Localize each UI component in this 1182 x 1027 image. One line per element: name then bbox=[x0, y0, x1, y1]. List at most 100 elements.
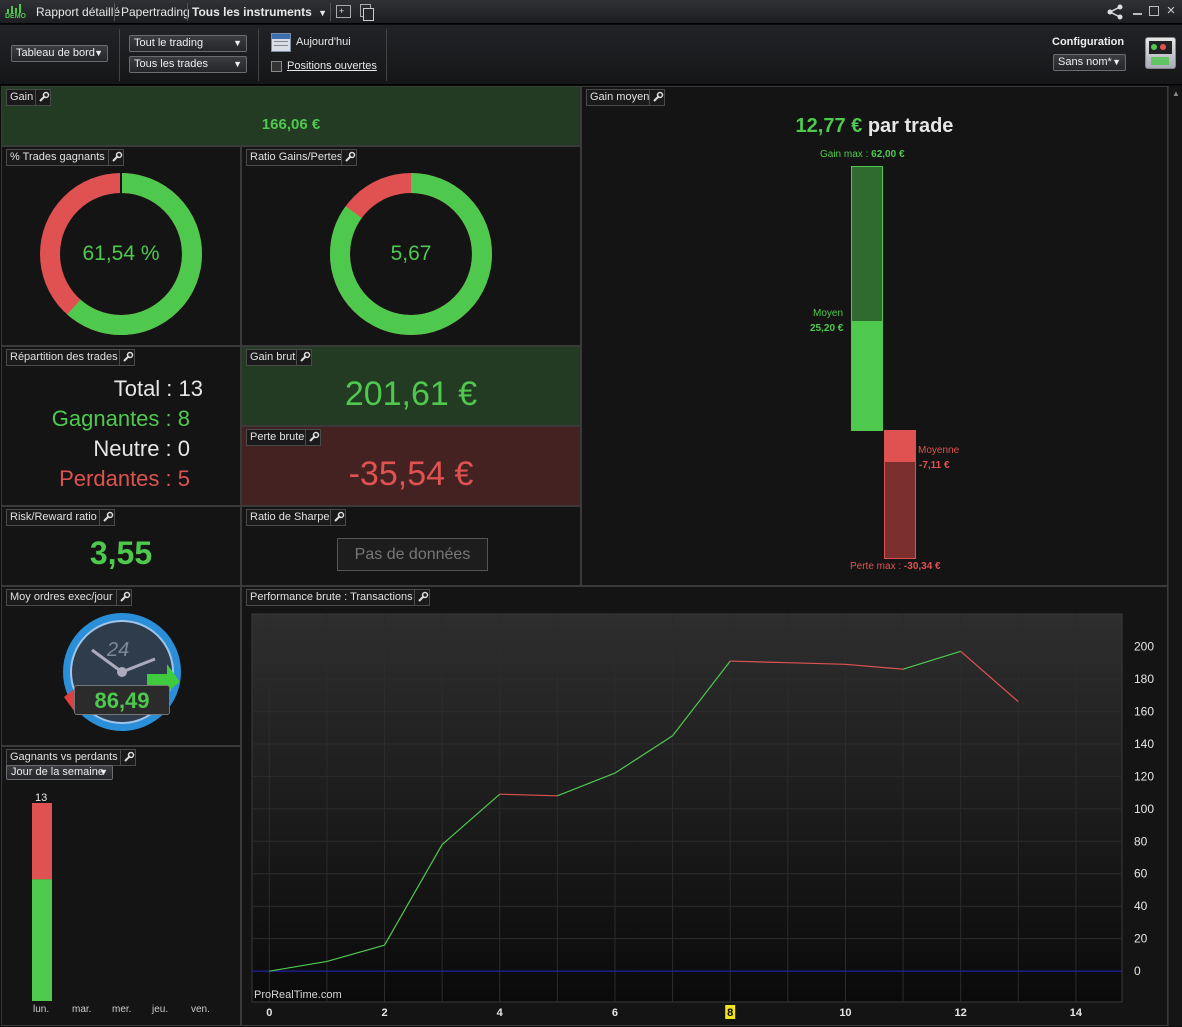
date-label[interactable]: Aujourd'hui bbox=[296, 36, 351, 48]
y-tick-label: 100 bbox=[1134, 802, 1154, 816]
panel-title: Ratio de Sharpe bbox=[246, 509, 334, 526]
panel-title: Gagnants vs perdants bbox=[6, 749, 122, 766]
tab-tous-les-instruments[interactable]: Tous les instruments ▼ bbox=[192, 0, 327, 24]
wrench-icon[interactable] bbox=[305, 429, 321, 446]
win-bar bbox=[32, 879, 52, 1001]
panel-title: Performance brute : Transactions bbox=[246, 589, 417, 606]
avg-gain-unit: par trade bbox=[867, 115, 954, 137]
wins-count: Gagnantes : 8 bbox=[51, 406, 190, 431]
gross-loss-value: -35,54 € bbox=[348, 455, 474, 493]
winners-losers-chart bbox=[32, 803, 52, 1001]
avg-gain-value: 12,77 € bbox=[795, 115, 863, 137]
clock-icon bbox=[63, 613, 181, 731]
panel-title: Gain bbox=[6, 89, 38, 106]
config-settings-icon[interactable] bbox=[1145, 37, 1176, 69]
wrench-icon[interactable] bbox=[296, 349, 312, 366]
loss-max-value: -30,34 € bbox=[903, 561, 941, 572]
bar-total-label: 13 bbox=[35, 792, 48, 804]
chevron-down-icon: ▼ bbox=[1112, 57, 1121, 67]
losses-count: Perdantes : 5 bbox=[59, 466, 190, 491]
tab-rapport-detaille[interactable]: Rapport détaillé bbox=[36, 0, 120, 24]
config-select-value: Sans nom* bbox=[1058, 56, 1112, 68]
y-tick-label: 140 bbox=[1134, 737, 1154, 751]
day-thu: jeu. bbox=[152, 1004, 169, 1015]
x-tick-label: 10 bbox=[839, 1007, 851, 1019]
minimize-icon[interactable] bbox=[1133, 13, 1142, 15]
positions-checkbox[interactable] bbox=[271, 61, 282, 72]
close-icon[interactable]: × bbox=[1164, 2, 1178, 20]
panel-title: Risk/Reward ratio bbox=[6, 509, 101, 526]
gross-gain-value: 201,61 € bbox=[344, 375, 478, 413]
chevron-down-icon: ▼ bbox=[233, 59, 242, 69]
config-select[interactable]: Sans nom* ▼ bbox=[1053, 54, 1126, 71]
panel-orders: Moy ordres exec/jour 24 86,49 bbox=[1, 586, 241, 746]
trading-select[interactable]: Tout le trading ▼ bbox=[129, 35, 247, 52]
positions-label[interactable]: Positions ouvertes bbox=[287, 60, 377, 72]
y-tick-label: 120 bbox=[1134, 769, 1154, 783]
clock-label: 24 bbox=[107, 639, 130, 661]
x-tick-label: 8 bbox=[727, 1007, 733, 1019]
loss-max-label: Perte max : bbox=[850, 561, 902, 572]
neutral-count: Neutre : 0 bbox=[93, 436, 190, 461]
avg-label: Moyen bbox=[813, 308, 844, 319]
x-tick-label: 6 bbox=[612, 1007, 618, 1019]
x-tick-label: 0 bbox=[266, 1007, 272, 1019]
maximize-icon[interactable] bbox=[1149, 6, 1159, 16]
copy-icon[interactable] bbox=[360, 4, 374, 21]
avg-value: 25,20 € bbox=[810, 323, 844, 334]
win-pct-value: 61,54 % bbox=[82, 242, 160, 265]
day-tue: mar. bbox=[72, 1004, 92, 1015]
config-label: Configuration bbox=[1052, 36, 1125, 48]
panel-repartition: Répartition des trades Total : 13 Gagnan… bbox=[1, 346, 241, 506]
y-tick-label: 60 bbox=[1134, 867, 1148, 881]
trades-select[interactable]: Tous les trades ▼ bbox=[129, 56, 247, 73]
dashboard-select[interactable]: Tableau de bord ▼ bbox=[11, 45, 108, 62]
wrench-icon[interactable] bbox=[120, 749, 136, 766]
gain-max-bar bbox=[851, 166, 883, 322]
tab-label: Tous les instruments bbox=[192, 5, 312, 19]
wrench-icon[interactable] bbox=[649, 89, 665, 106]
chevron-down-icon: ▼ bbox=[233, 38, 242, 48]
wrench-icon[interactable] bbox=[330, 509, 346, 526]
orders-value: 86,49 bbox=[94, 688, 150, 713]
loss-avg-value: -7,11 € bbox=[919, 460, 950, 471]
panel-avg-gain: Gain moyen 12,77 € par trade Gain max : … bbox=[581, 86, 1168, 586]
y-tick-label: 80 bbox=[1134, 834, 1148, 848]
wrench-icon[interactable] bbox=[35, 89, 51, 106]
scrollbar[interactable]: ▲ bbox=[1168, 86, 1182, 1026]
panel-gross-loss: Perte brute -35,54 € bbox=[241, 426, 581, 506]
gain-max-caption: Gain max : 62,00 € bbox=[820, 149, 905, 160]
calendar-icon[interactable] bbox=[271, 33, 291, 52]
loss-max-bar bbox=[884, 461, 916, 559]
panel-ratio: Ratio Gains/Pertes 5,67 bbox=[241, 146, 581, 346]
share-icon[interactable] bbox=[1106, 4, 1124, 20]
panel-title: Gain brut bbox=[246, 349, 300, 366]
day-fri: ven. bbox=[191, 1004, 210, 1015]
y-tick-label: 180 bbox=[1134, 672, 1154, 686]
gain-value: 166,06 € bbox=[261, 116, 321, 133]
demo-label: DEMO bbox=[5, 13, 26, 20]
total-count: Total : 13 bbox=[113, 376, 203, 401]
trades-select-value: Tous les trades bbox=[134, 58, 208, 70]
y-tick-label: 20 bbox=[1134, 932, 1148, 946]
wrench-icon[interactable] bbox=[119, 349, 135, 366]
loss-avg-label: Moyenne bbox=[918, 445, 960, 456]
tab-bar: DEMO Rapport détaillé Papertrading Tous … bbox=[0, 0, 1182, 24]
tab-papertrading[interactable]: Papertrading bbox=[121, 0, 190, 24]
panel-title: Gain moyen bbox=[586, 89, 654, 106]
loss-avg-bar bbox=[884, 430, 916, 461]
panel-title: Perte brute bbox=[246, 429, 309, 446]
x-tick-label: 4 bbox=[497, 1007, 504, 1019]
wrench-icon[interactable] bbox=[414, 589, 430, 606]
plot-area bbox=[251, 613, 1123, 1003]
y-tick-label: 40 bbox=[1134, 899, 1148, 913]
new-window-icon[interactable]: + bbox=[336, 5, 351, 18]
panel-sharpe: Ratio de Sharpe Pas de données bbox=[241, 506, 581, 586]
toolbar: Tableau de bord ▼ Tout le trading ▼ Tous… bbox=[0, 25, 1182, 85]
dashboard-select-value: Tableau de bord bbox=[16, 47, 95, 59]
wrench-icon[interactable] bbox=[99, 509, 115, 526]
y-tick-label: 0 bbox=[1134, 964, 1141, 978]
loss-max-caption: Perte max : -30,34 € bbox=[850, 561, 941, 572]
chevron-down-icon: ▼ bbox=[318, 8, 328, 18]
y-tick-label: 160 bbox=[1134, 704, 1154, 718]
